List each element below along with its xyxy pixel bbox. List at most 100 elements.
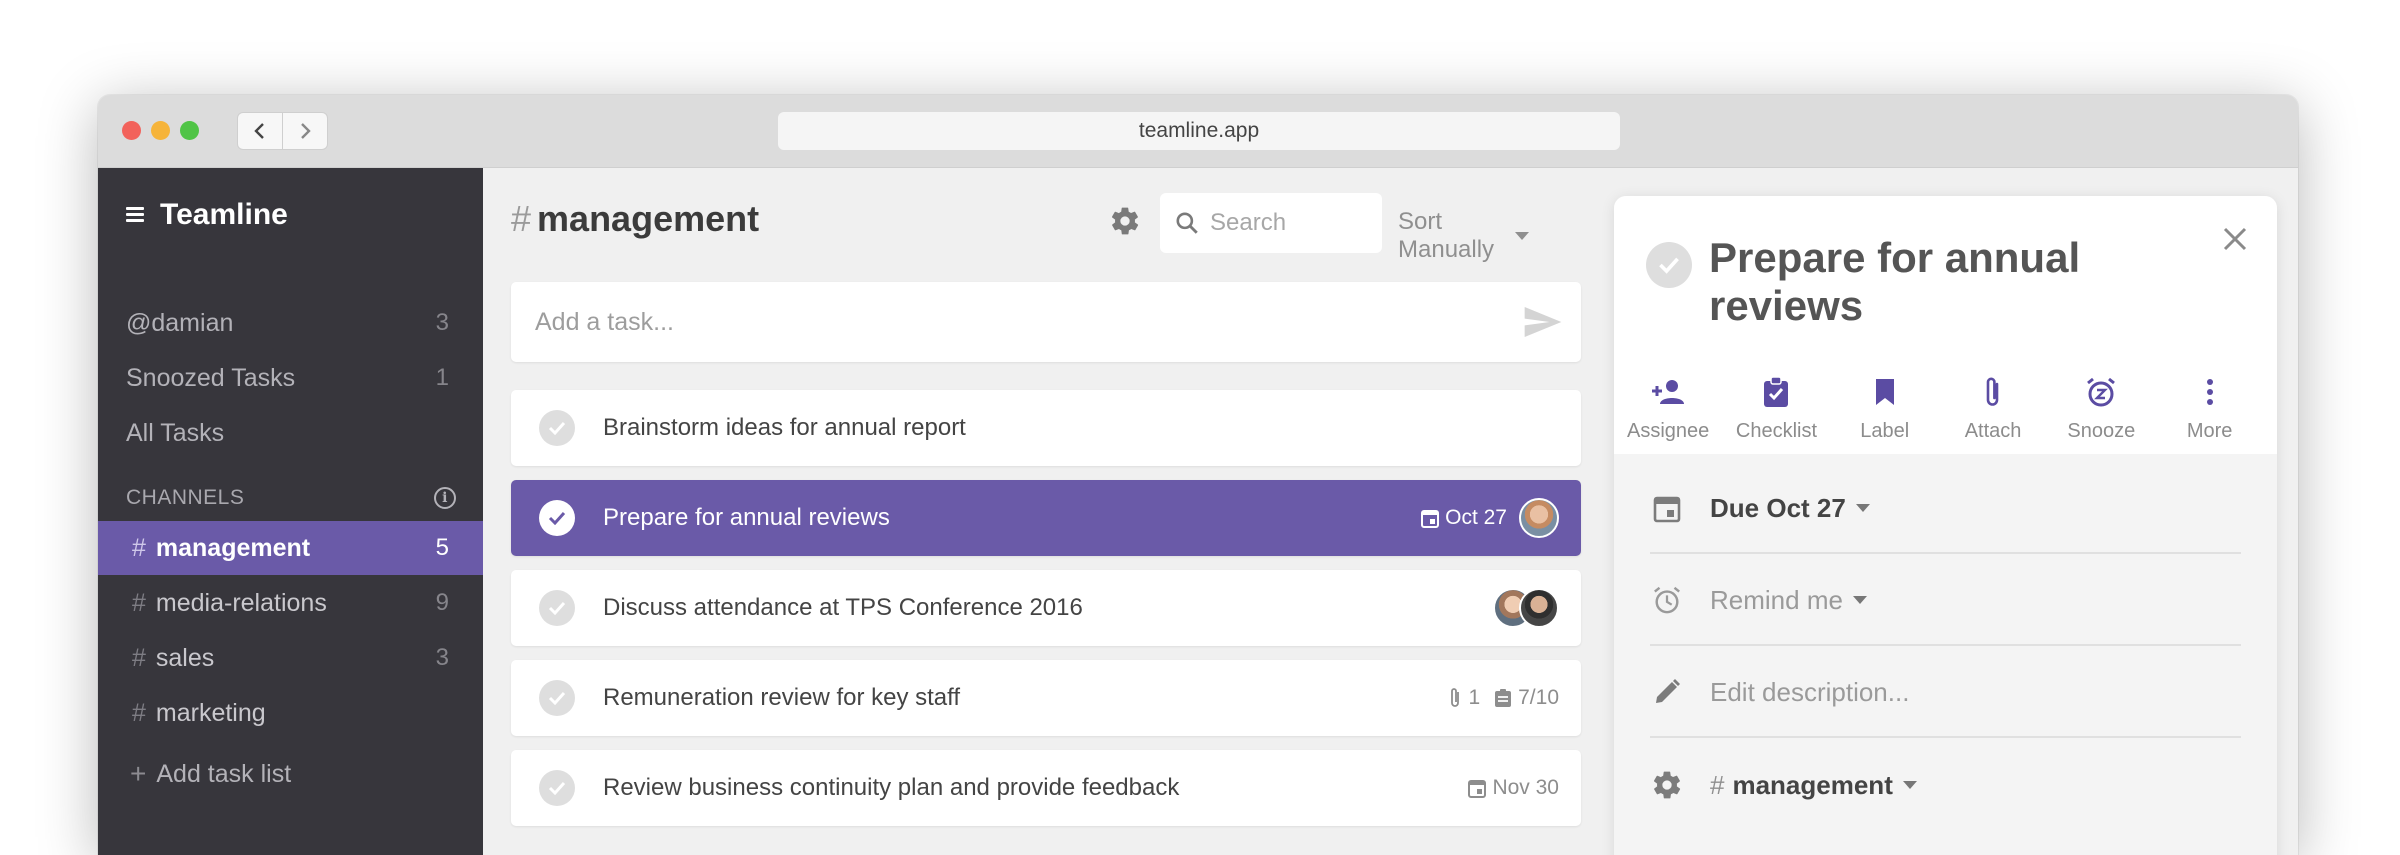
add-task-input[interactable]: Add a task... [511,282,1581,362]
close-window-button[interactable] [122,121,141,140]
avatar[interactable] [1519,498,1559,538]
task-title: Prepare for annual reviews [603,504,890,531]
action-label: Snooze [2067,420,2136,442]
info-icon[interactable]: i [434,487,456,509]
action-label: More [2186,420,2233,442]
list-settings-button[interactable] [1109,205,1141,237]
channel-management[interactable]: # management 5 [98,521,483,575]
remind-me-label: Remind me [1710,584,1843,615]
channel-label: marketing [155,698,266,727]
task-row[interactable]: Discuss attendance at TPS Conference 201… [511,570,1581,646]
paperclip-icon [1451,688,1460,707]
checkmark-icon [548,601,566,615]
complete-task-checkbox[interactable] [539,770,575,806]
task-list-panel: # management Search Sort Manually Add a t… [483,168,1581,855]
sidebar-item-all-tasks[interactable]: All Tasks [98,406,483,460]
due-date: Nov 30 [1492,776,1559,799]
due-date-badge: Nov 30 [1468,776,1559,800]
minimize-window-button[interactable] [151,121,170,140]
task-title: Brainstorm ideas for annual report [603,414,966,441]
hash-icon: # [132,588,146,617]
browser-titlebar: teamline.app [98,95,2298,168]
checklist-button[interactable]: Checklist [1722,374,1830,443]
alarm-icon [1654,586,1680,614]
sort-dropdown[interactable]: Sort Manually [1398,208,1529,264]
add-person-icon [1652,380,1685,404]
app-brand: Teamline [126,198,288,232]
task-row[interactable]: Review business continuity plan and prov… [511,750,1581,826]
checklist-icon [1495,689,1512,707]
chevron-left-icon [254,123,264,139]
due-date-row[interactable]: Due Oct 27 [1650,464,2241,554]
remind-me-row[interactable]: Remind me [1650,556,2241,646]
calendar-icon [1468,780,1487,798]
hamburger-menu-icon[interactable] [126,207,144,223]
attach-button[interactable]: Attach [1939,374,2047,443]
complete-task-checkbox[interactable] [539,680,575,716]
channel-label: management [155,533,311,562]
task-action-toolbar: Assignee Checklist Label Attach Snooze M… [1614,374,2277,443]
checkmark-icon [1659,257,1679,274]
channel-media-relations[interactable]: # media-relations 9 [98,576,483,630]
channel-label: sales [155,643,215,672]
task-row[interactable]: Brainstorm ideas for annual report [511,390,1581,466]
label-button[interactable]: Label [1831,374,1939,443]
task-list-row[interactable]: # management [1650,740,2241,830]
plus-icon: + [130,758,147,789]
description-placeholder: Edit description... [1710,676,1910,707]
chevron-down-icon [1902,781,1917,789]
complete-task-checkbox[interactable] [539,590,575,626]
chevron-down-icon [1855,504,1870,512]
sidebar-item-label: All Tasks [126,418,225,447]
snooze-button[interactable]: Snooze [2047,374,2155,443]
search-input[interactable]: Search [1160,193,1382,253]
chevron-down-icon [1515,232,1529,240]
channel-marketing[interactable]: # marketing [98,686,483,740]
task-title: Discuss attendance at TPS Conference 201… [603,594,1083,621]
task-meta: Nov 30 [1454,776,1559,800]
task-detail-title[interactable]: Prepare for annual reviews [1709,234,2189,330]
browser-window: teamline.app Teamline @damian 3 Snoozed … [98,95,2298,855]
send-icon[interactable] [1523,305,1563,339]
hash-icon: # [1710,769,1725,800]
channel-count: 9 [435,589,449,616]
sort-label: Sort Manually [1398,208,1495,263]
sidebar-item-mentions[interactable]: @damian 3 [98,296,483,350]
avatar[interactable] [1519,588,1559,628]
task-row-selected[interactable]: Prepare for annual reviews Oct 27 [511,480,1581,556]
close-icon [2223,227,2247,251]
page-title: # management [511,198,759,240]
complete-task-checkbox[interactable] [1646,242,1692,288]
more-vertical-icon [2206,379,2213,405]
complete-task-checkbox[interactable] [539,500,575,536]
description-row[interactable]: Edit description... [1650,648,2241,738]
channel-sales[interactable]: # sales 3 [98,631,483,685]
sidebar-item-snoozed[interactable]: Snoozed Tasks 1 [98,351,483,405]
checkmark-icon [548,781,566,795]
task-meta: 1 7/10 [1434,686,1559,710]
browser-forward-button[interactable] [282,112,328,150]
task-row[interactable]: Remuneration review for key staff 1 7/10 [511,660,1581,736]
channel-label: media-relations [155,588,327,617]
hash-icon: # [511,198,532,239]
more-button[interactable]: More [2155,374,2263,443]
assignee-button[interactable]: Assignee [1614,374,1722,443]
add-task-list-button[interactable]: + Add task list [130,758,291,790]
checkmark-icon [548,511,566,525]
bookmark-icon [1875,379,1894,405]
chevron-down-icon [1852,596,1867,604]
hash-icon: # [132,698,146,727]
channel-count: 5 [435,534,449,561]
task-title: Review business continuity plan and prov… [603,774,1180,801]
complete-task-checkbox[interactable] [539,410,575,446]
checklist-icon [1764,376,1789,407]
checkmark-icon [548,691,566,705]
address-bar[interactable]: teamline.app [778,112,1620,150]
maximize-window-button[interactable] [180,121,199,140]
browser-back-button[interactable] [237,112,283,150]
action-label: Assignee [1627,420,1710,442]
close-panel-button[interactable] [2220,224,2250,254]
checklist-progress-badge: 7/10 [1494,686,1559,710]
search-icon [1176,212,1198,234]
attachment-count: 1 [1468,686,1481,709]
